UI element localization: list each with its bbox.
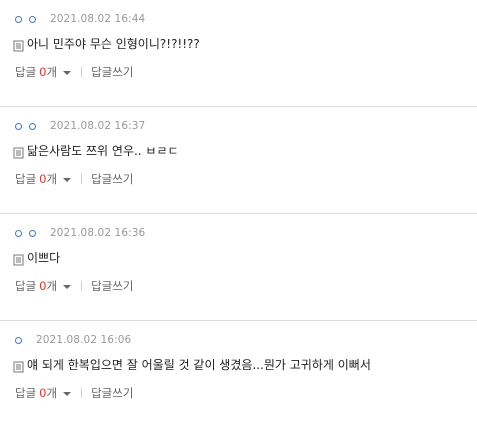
memo-icon (13, 37, 24, 52)
divider (81, 67, 83, 77)
reply-toggle[interactable]: 답글 0 개 (15, 64, 72, 80)
comment-body: 이쁘다 (13, 248, 60, 266)
reply-label: 답글 (15, 65, 37, 79)
write-reply-link[interactable]: 답글쓰기 (91, 171, 133, 187)
reply-count: 0 (39, 172, 47, 186)
author-masked (15, 15, 36, 23)
comment-meta: 2021.08.02 16:44 (15, 12, 145, 26)
chevron-down-icon (63, 178, 72, 182)
reply-toggle[interactable]: 답글 0 개 (15, 171, 72, 187)
chevron-down-icon (63, 71, 72, 75)
comment-item: 2021.08.02 16:37 닮은사람도 쯔위 연우.. ㅂㄹㄷ 답글 0 … (0, 107, 477, 214)
reply-count: 0 (39, 279, 47, 293)
author-dot-icon (29, 15, 36, 23)
author-dot-icon (15, 15, 22, 23)
comment-actions: 답글 0 개 답글쓰기 (15, 171, 133, 187)
divider (81, 174, 83, 184)
reply-unit: 개 (46, 65, 58, 79)
comment-meta: 2021.08.02 16:37 (15, 119, 145, 133)
comment-body: 얘 되게 한복입으면 잘 어울릴 것 같이 생겼음...뭔가 고귀하게 이뻐서 (13, 355, 371, 373)
reply-label: 답글 (15, 172, 37, 186)
reply-toggle[interactable]: 답글 0 개 (15, 385, 72, 401)
comment-text: 이쁘다 (27, 250, 61, 265)
comment-actions: 답글 0 개 답글쓰기 (15, 385, 133, 401)
reply-label: 답글 (15, 279, 37, 293)
author-dot-icon (15, 122, 22, 130)
divider (81, 281, 83, 291)
write-reply-link[interactable]: 답글쓰기 (91, 64, 133, 80)
comment-date: 2021.08.02 16:36 (50, 227, 146, 239)
comment-item: 2021.08.02 16:36 이쁘다 답글 0 개 답글쓰기 (0, 214, 477, 321)
memo-icon (13, 144, 24, 159)
author-dot-icon (29, 122, 36, 130)
comment-text: 얘 되게 한복입으면 잘 어울릴 것 같이 생겼음...뭔가 고귀하게 이뻐서 (27, 357, 371, 372)
write-reply-link[interactable]: 답글쓰기 (91, 278, 133, 294)
comment-date: 2021.08.02 16:37 (50, 120, 146, 132)
comment-text: 아니 민주야 무슨 인형이니?!?!!?? (27, 36, 200, 51)
comment-meta: 2021.08.02 16:06 (15, 333, 131, 347)
comment-date: 2021.08.02 16:06 (36, 334, 132, 346)
reply-unit: 개 (46, 172, 58, 186)
comment-actions: 답글 0 개 답글쓰기 (15, 64, 133, 80)
reply-unit: 개 (46, 279, 58, 293)
comment-meta: 2021.08.02 16:36 (15, 226, 145, 240)
comment-date: 2021.08.02 16:44 (50, 13, 146, 25)
comment-body: 아니 민주야 무슨 인형이니?!?!!?? (13, 34, 200, 52)
write-reply-link[interactable]: 답글쓰기 (91, 385, 133, 401)
comment-list: 2021.08.02 16:44 아니 민주야 무슨 인형이니?!?!!?? 답… (0, 0, 477, 428)
author-dot-icon (15, 229, 22, 237)
divider (81, 388, 83, 398)
author-masked (15, 122, 36, 130)
author-masked (15, 336, 22, 344)
reply-count: 0 (39, 65, 47, 79)
comment-text: 닮은사람도 쯔위 연우.. ㅂㄹㄷ (27, 143, 179, 158)
reply-label: 답글 (15, 386, 37, 400)
memo-icon (13, 251, 24, 266)
reply-toggle[interactable]: 답글 0 개 (15, 278, 72, 294)
author-dot-icon (29, 229, 36, 237)
chevron-down-icon (63, 392, 72, 396)
comment-item: 2021.08.02 16:44 아니 민주야 무슨 인형이니?!?!!?? 답… (0, 0, 477, 107)
memo-icon (13, 358, 24, 373)
author-masked (15, 229, 36, 237)
author-dot-icon (15, 336, 22, 344)
comment-body: 닮은사람도 쯔위 연우.. ㅂㄹㄷ (13, 141, 179, 159)
comment-item: 2021.08.02 16:06 얘 되게 한복입으면 잘 어울릴 것 같이 생… (0, 321, 477, 428)
chevron-down-icon (63, 285, 72, 289)
reply-count: 0 (39, 386, 47, 400)
comment-actions: 답글 0 개 답글쓰기 (15, 278, 133, 294)
reply-unit: 개 (46, 386, 58, 400)
